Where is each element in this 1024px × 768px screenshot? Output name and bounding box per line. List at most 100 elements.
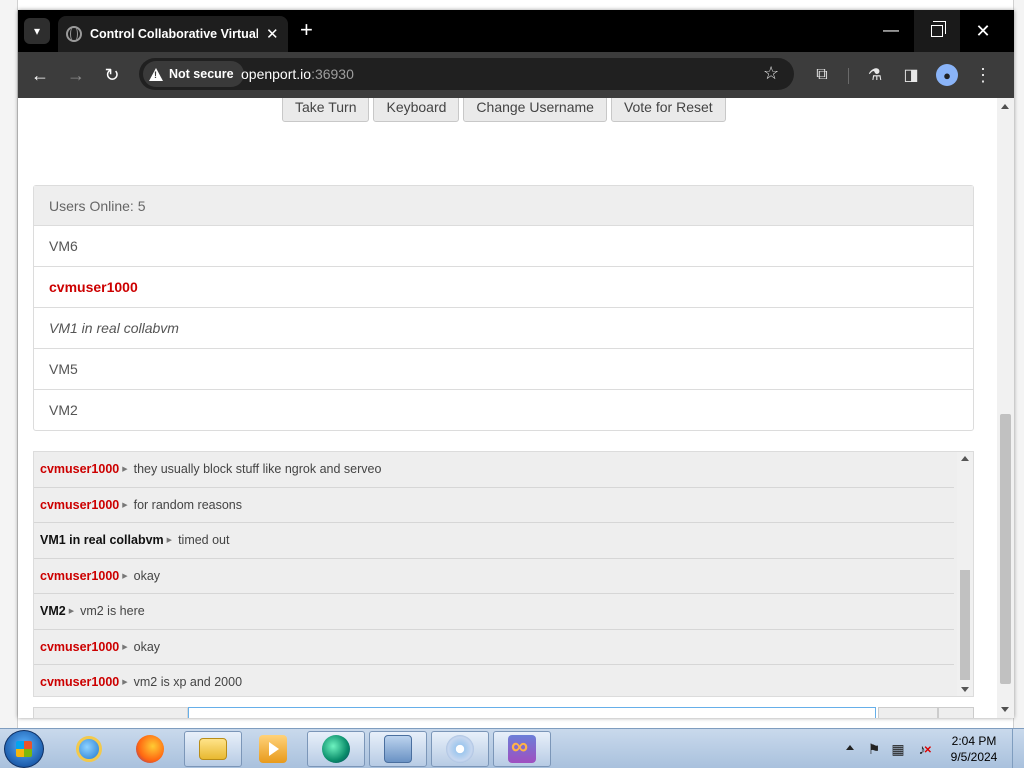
taskbar-remote-desktop[interactable]: [369, 731, 427, 767]
side-panel-icon[interactable]: ◨: [900, 64, 922, 86]
url-host: openport.io: [241, 66, 312, 82]
change-username-button[interactable]: Change Username: [463, 98, 607, 122]
triangle-right-icon: ▶: [166, 537, 173, 545]
chat-text: vm2 is here: [80, 604, 145, 619]
take-turn-button[interactable]: Take Turn: [282, 98, 370, 122]
chevron-down-icon: ▾: [33, 24, 41, 38]
start-button[interactable]: [4, 730, 44, 768]
network-icon[interactable]: ▦: [890, 741, 906, 757]
chat-text: for random reasons: [133, 497, 243, 512]
close-tab-icon[interactable]: ✕: [266, 25, 279, 43]
clock-date: 9/5/2024: [950, 750, 998, 764]
reload-button[interactable]: ↻: [101, 64, 123, 86]
arrow-left-icon: ←: [31, 64, 49, 85]
keyboard-button[interactable]: Keyboard: [373, 98, 460, 122]
new-tab-button[interactable]: +: [300, 18, 313, 42]
taskbar-file-explorer[interactable]: [184, 731, 242, 767]
chat-text: they usually block stuff like ngrok and …: [133, 462, 382, 477]
page-scroll-thumb[interactable]: [1000, 414, 1011, 684]
users-online-header: Users Online: 5: [34, 186, 973, 226]
restore-button[interactable]: [914, 10, 960, 52]
show-desktop-button[interactable]: [1012, 729, 1022, 768]
triangle-right-icon: ▶: [122, 679, 128, 687]
firefox-icon: [136, 735, 164, 763]
remote-desktop-icon: [384, 735, 412, 763]
chat-options-button[interactable]: [938, 707, 974, 718]
toolbar-divider: [848, 68, 849, 84]
triangle-right-icon: ▶: [122, 572, 128, 580]
action-center-flag-icon[interactable]: ⚑: [866, 741, 882, 757]
user-list-item-self: cvmuser1000: [34, 267, 973, 308]
taskbar-clock[interactable]: 2:04 PM 9/5/2024: [938, 733, 1010, 765]
vm-action-buttons: Take Turn Keyboard Change Username Vote …: [282, 98, 726, 122]
scroll-up-icon[interactable]: [961, 456, 969, 461]
chat-message: VM2 ▶ vm2 is here: [34, 594, 954, 630]
folder-icon: [199, 738, 227, 760]
triangle-right-icon: ▶: [122, 643, 128, 651]
arrow-right-icon: →: [67, 64, 85, 85]
chat-text: timed out: [178, 533, 230, 548]
warning-icon: [149, 67, 163, 81]
chat-message: cvmuser1000 ▶ vm2 is xp and 2000: [34, 665, 954, 696]
address-bar[interactable]: Not secure openport.io:36930 ☆: [139, 58, 794, 90]
scroll-down-icon[interactable]: [961, 687, 969, 692]
browser-titlebar: ▾ Control Collaborative Virtual M ✕ + — …: [18, 10, 1014, 52]
minimize-icon: —: [883, 22, 899, 39]
desktop-left-edge: [0, 0, 18, 728]
taskbar-firefox[interactable]: [121, 731, 179, 767]
labs-flask-icon[interactable]: ⚗: [864, 64, 886, 86]
user-list-item: VM5: [34, 349, 973, 390]
browser-window: ▾ Control Collaborative Virtual M ✕ + — …: [18, 10, 1014, 718]
chat-username: cvmuser1000: [40, 568, 120, 583]
more-menu-icon[interactable]: ⋮: [972, 64, 994, 86]
chat-scrollbar[interactable]: [957, 452, 973, 696]
taskbar-media-player[interactable]: [244, 731, 302, 767]
security-chip[interactable]: Not secure: [143, 61, 244, 87]
chat-username: cvmuser1000: [40, 675, 120, 690]
triangle-right-icon: ▶: [68, 608, 75, 616]
user-list-item: VM2: [49, 402, 78, 418]
chat-panel[interactable]: cvmuser1000 ▶ they usually block stuff lik…: [33, 451, 974, 697]
forward-button[interactable]: →: [65, 64, 87, 86]
send-button[interactable]: [878, 707, 938, 718]
scroll-up-icon[interactable]: [1001, 104, 1009, 109]
bookmark-star-icon[interactable]: ☆: [763, 63, 779, 84]
triangle-right-icon: ▶: [122, 501, 128, 509]
chat-message: cvmuser1000 ▶ okay: [34, 559, 954, 594]
chat-message: cvmuser1000 ▶ okay: [34, 630, 954, 665]
internet-explorer-icon: [76, 736, 102, 762]
volume-muted-icon[interactable]: ♪ ✕: [914, 741, 933, 757]
back-button[interactable]: ←: [29, 64, 51, 86]
browser-toolbar: ← → ↻ Not secure openport.io:36930 ☆ ⧉ ⚗…: [18, 52, 1014, 98]
extensions-icon[interactable]: ⧉: [811, 64, 833, 86]
profile-avatar-icon[interactable]: ●: [936, 64, 958, 86]
chat-text: okay: [133, 568, 161, 583]
vote-reset-button[interactable]: Vote for Reset: [610, 98, 726, 122]
disc-icon: [446, 735, 474, 763]
desktop-right-edge: [1013, 0, 1024, 728]
chat-username: cvmuser1000: [40, 639, 120, 654]
chat-scroll-thumb[interactable]: [960, 570, 970, 680]
chat-text: okay: [133, 639, 161, 654]
chat-message-input[interactable]: [188, 707, 876, 718]
chat-message: cvmuser1000 ▶ for random reasons: [34, 488, 954, 523]
globe-icon: [66, 26, 82, 42]
browser-tab[interactable]: Control Collaborative Virtual M ✕: [58, 16, 288, 52]
users-online-panel: Users Online: 5 VM6 cvmuser1000 VM1 in r…: [33, 185, 974, 431]
chat-text: vm2 is xp and 2000: [133, 675, 243, 690]
show-hidden-icons-icon[interactable]: [846, 745, 854, 750]
taskbar-internet-explorer[interactable]: [60, 731, 118, 767]
url-text[interactable]: openport.io:36930: [241, 66, 354, 82]
restore-icon: [931, 21, 946, 37]
taskbar: ⚑ ▦ ♪✕ 2:04 PM 9/5/2024: [0, 728, 1024, 768]
page-scrollbar[interactable]: [997, 98, 1014, 718]
chat-username: cvmuser1000: [40, 462, 120, 477]
minimize-button[interactable]: —: [868, 10, 914, 52]
taskbar-collabvm[interactable]: [307, 731, 365, 767]
scroll-down-icon[interactable]: [1001, 707, 1009, 712]
taskbar-disc-burner[interactable]: [431, 731, 489, 767]
tab-search-menu-button[interactable]: ▾: [24, 18, 50, 44]
chat-username: cvmuser1000: [40, 497, 120, 512]
close-window-button[interactable]: ✕: [960, 10, 1006, 52]
taskbar-infinity-app[interactable]: [493, 731, 551, 767]
